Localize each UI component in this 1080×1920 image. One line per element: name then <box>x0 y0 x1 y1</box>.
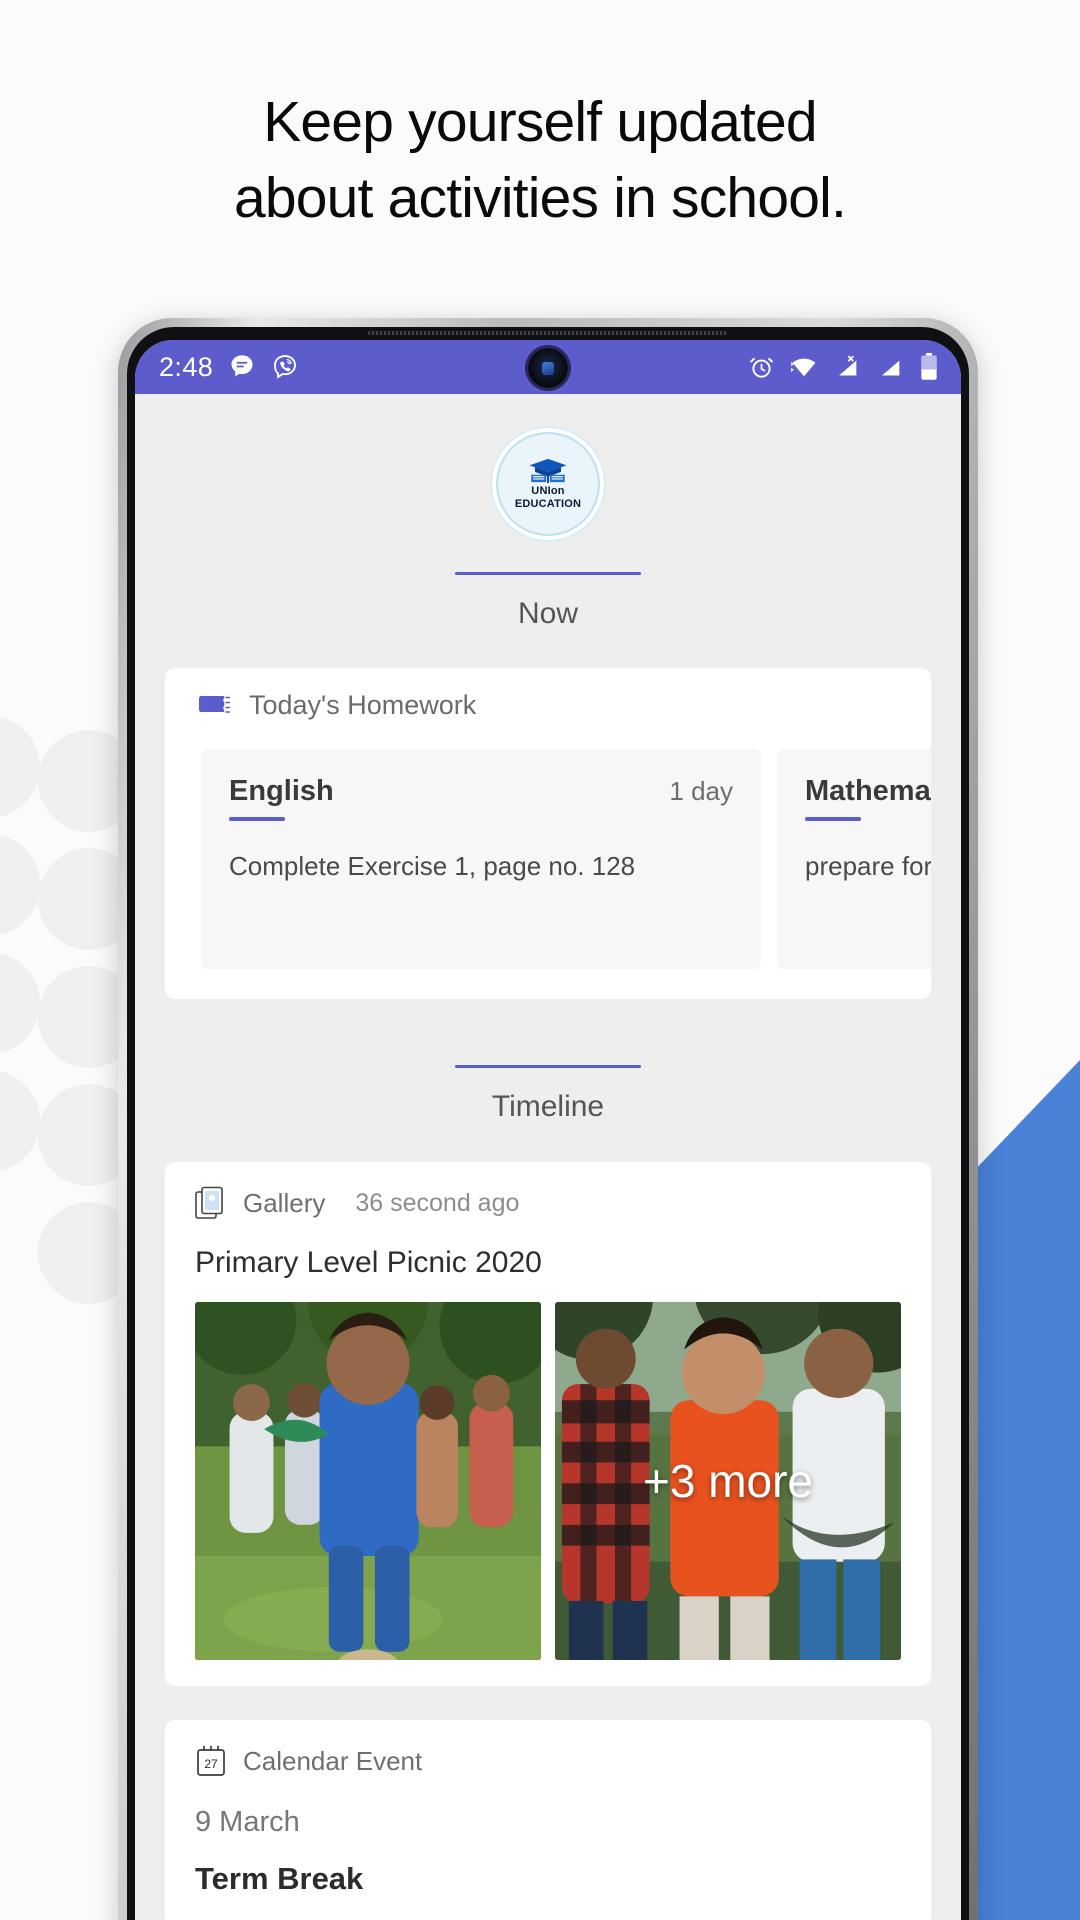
homework-subject: English <box>229 775 334 807</box>
homework-description: Complete Exercise 1, page no. 128 <box>229 851 636 881</box>
signal-icon <box>876 355 904 379</box>
calendar-event-title: Term Break <box>195 1861 364 1896</box>
homework-items-scroller[interactable]: English 1 day Complete Exercise 1, page … <box>165 749 931 969</box>
gallery-photo-grid: +3 more <box>165 1302 931 1660</box>
decorative-dot <box>0 952 40 1054</box>
signal-no-sim-icon <box>833 355 861 379</box>
homework-item[interactable]: Mathematic prepare for te <box>777 749 931 969</box>
homework-item-header: Mathematic <box>805 775 931 808</box>
book-icon <box>199 695 231 713</box>
status-clock: 2:48 <box>159 351 214 382</box>
message-icon <box>228 353 256 381</box>
calendar-event-card[interactable]: 27 Calendar Event 9 March Term Break <box>165 1720 931 1920</box>
status-bar-right <box>748 353 939 381</box>
calendar-event-date: 9 March <box>195 1806 300 1838</box>
homework-subject-underline <box>805 817 861 821</box>
tab-timeline[interactable]: Timeline <box>135 1065 961 1124</box>
tab-now[interactable]: Now <box>135 572 961 631</box>
gallery-photo[interactable] <box>195 1302 541 1660</box>
homework-item[interactable]: English 1 day Complete Exercise 1, page … <box>201 749 761 969</box>
tab-active-indicator <box>455 572 641 575</box>
svg-text:27: 27 <box>204 1757 218 1771</box>
headline-line-1: Keep yourself updated <box>263 90 817 154</box>
phone-screen: 2:48 UNIon EDUCATION Now Today's Homewor… <box>135 340 961 1920</box>
gallery-timestamp: 36 second ago <box>355 1188 520 1217</box>
alarm-icon <box>748 354 775 381</box>
homework-card-header: Today's Homework <box>165 690 931 721</box>
status-bar: 2:48 <box>135 340 961 394</box>
calendar-27-icon: 27 <box>197 1745 225 1776</box>
logo-badge: UNIon EDUCATION <box>496 432 600 536</box>
todays-homework-card[interactable]: Today's Homework English 1 day Complete … <box>165 668 931 999</box>
tab-timeline-label: Timeline <box>491 1090 605 1123</box>
viber-call-icon <box>271 353 299 381</box>
logo-text-line-2: EDUCATION <box>514 498 582 510</box>
wifi-icon <box>790 355 818 379</box>
earpiece-speaker <box>368 331 728 335</box>
graduation-cap-book-icon <box>529 458 567 484</box>
more-photos-overlay[interactable]: +3 more <box>555 1302 901 1660</box>
gallery-post-card[interactable]: Gallery 36 second ago Primary Level Picn… <box>165 1162 931 1686</box>
dot-column-left <box>0 716 40 1172</box>
gallery-photo[interactable]: +3 more <box>555 1302 901 1660</box>
logo-text-line-1: UNIon <box>531 485 565 497</box>
decorative-dot <box>0 1070 40 1172</box>
homework-subject-underline <box>229 817 285 821</box>
phone-mockup: 2:48 UNIon EDUCATION Now Today's Homewor… <box>118 318 978 1920</box>
homework-subject: Mathematic <box>805 775 931 807</box>
page-title: Keep yourself updated about activities i… <box>0 84 1080 236</box>
calendar-card-header: 27 Calendar Event <box>165 1744 931 1778</box>
gallery-card-header: Gallery 36 second ago <box>165 1186 931 1220</box>
gallery-post-title: Primary Level Picnic 2020 <box>195 1246 542 1279</box>
status-bar-left: 2:48 <box>159 352 299 383</box>
battery-icon <box>919 353 939 381</box>
homework-item-header: English 1 day <box>229 775 733 808</box>
calendar-label: Calendar Event <box>243 1745 423 1776</box>
homework-card-title: Today's Homework <box>249 690 477 720</box>
app-content: UNIon EDUCATION Now Today's Homework Eng… <box>135 394 961 1920</box>
front-camera-punch-hole <box>528 348 568 388</box>
app-logo: UNIon EDUCATION <box>135 394 961 536</box>
tab-active-indicator <box>455 1065 641 1068</box>
gallery-icon <box>195 1186 223 1219</box>
tab-now-label: Now <box>517 597 578 630</box>
gallery-label: Gallery <box>243 1187 326 1218</box>
headline-line-2: about activities in school. <box>233 166 847 230</box>
decorative-dot <box>0 834 40 936</box>
decorative-dot <box>0 716 40 818</box>
homework-due: 1 day <box>669 776 733 806</box>
homework-description: prepare for te <box>805 851 931 881</box>
